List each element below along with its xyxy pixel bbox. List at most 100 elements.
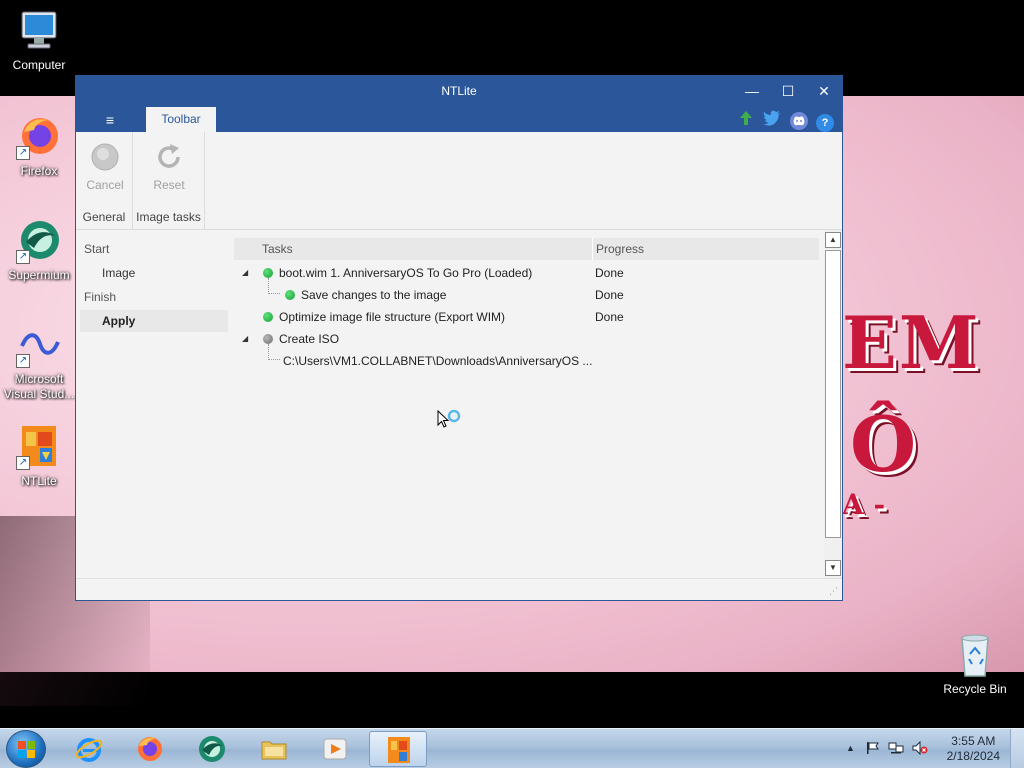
collapse-arrow-icon[interactable]: ◢ — [242, 262, 252, 284]
collapse-arrow-icon[interactable]: ◢ — [242, 328, 252, 350]
status-bar: ⋰ — [76, 578, 842, 600]
reset-label: Reset — [153, 178, 185, 192]
task-label: Optimize image file structure (Export WI… — [279, 310, 506, 324]
column-progress[interactable]: Progress — [596, 238, 644, 260]
nav-panel: Start Image Finish Apply — [76, 230, 234, 578]
status-pending-icon — [263, 334, 273, 344]
task-progress: Done — [595, 310, 624, 324]
taskbar-supermium[interactable] — [183, 731, 241, 767]
desktop-icon-firefox[interactable]: ↗ Firefox — [0, 114, 78, 179]
clock[interactable]: 3:55 AM 2/18/2024 — [947, 734, 1000, 764]
desktop-icon-label: Supermium — [8, 268, 70, 282]
desktop-icon-label: Microsoft Visual Stud... — [3, 372, 75, 401]
firefox-icon: ↗ — [16, 114, 62, 160]
nav-item-apply[interactable]: Apply — [80, 310, 228, 332]
help-icon[interactable]: ? — [816, 114, 834, 132]
discord-icon[interactable] — [789, 112, 808, 130]
desktop-icon-recycle-bin[interactable]: Recycle Bin — [936, 632, 1014, 697]
ribbon-group-label: General — [82, 210, 126, 224]
scroll-down-arrow-icon[interactable]: ▼ — [825, 560, 841, 576]
media-player-icon — [321, 735, 349, 763]
update-icon[interactable] — [737, 109, 755, 127]
desktop-icon-computer[interactable]: Computer — [0, 8, 78, 73]
tree-connector — [268, 278, 280, 294]
shortcut-arrow-icon: ↗ — [16, 146, 30, 160]
taskbar-internet-explorer[interactable] — [60, 731, 118, 767]
internet-explorer-icon — [75, 735, 103, 763]
task-label: C:\Users\VM1.COLLABNET\Downloads\Anniver… — [283, 354, 593, 368]
status-done-icon — [263, 268, 273, 278]
twitter-icon[interactable] — [763, 110, 781, 128]
cancel-label: Cancel — [86, 178, 124, 192]
vertical-scrollbar[interactable]: ▲ ▼ — [824, 230, 842, 578]
action-center-flag-icon[interactable] — [866, 741, 880, 758]
task-row[interactable]: Optimize image file structure (Export WI… — [234, 306, 819, 328]
supermium-icon — [198, 735, 226, 763]
desktop-icon-supermium[interactable]: ↗ Supermium — [0, 218, 78, 283]
visual-studio-icon: ↗ — [16, 322, 62, 368]
title-bar[interactable]: NTLite — ☐ ✕ — [76, 76, 842, 106]
task-label: Save changes to the image — [301, 288, 447, 302]
header-icons: ? — [732, 109, 834, 132]
task-row[interactable]: ◢ Create ISO — [234, 328, 819, 350]
desktop-icon-ntlite[interactable]: ↗ NTLite — [0, 424, 78, 489]
task-label: Create ISO — [279, 332, 340, 346]
recycle-bin-icon — [952, 632, 998, 678]
show-desktop-button[interactable] — [1010, 729, 1024, 768]
cancel-icon — [90, 142, 120, 172]
resize-grip-icon[interactable]: ⋰ — [829, 586, 838, 597]
reset-button[interactable]: Reset — [142, 138, 196, 194]
taskbar-ntlite[interactable] — [369, 731, 427, 767]
task-row[interactable]: ◢ boot.wim 1. AnniversaryOS To Go Pro (L… — [234, 262, 819, 284]
ntlite-icon — [385, 736, 413, 764]
maximize-button[interactable]: ☐ — [770, 76, 806, 106]
supermium-icon: ↗ — [16, 218, 62, 264]
minimize-button[interactable]: — — [734, 76, 770, 106]
computer-icon — [16, 8, 62, 54]
taskbar-file-explorer[interactable] — [245, 731, 303, 767]
task-progress: Done — [595, 266, 624, 280]
ribbon-group-general: Cancel General — [76, 132, 133, 230]
status-done-icon — [263, 312, 273, 322]
tab-toolbar[interactable]: Toolbar — [146, 107, 216, 132]
ribbon: Cancel General Reset Image tasks — [76, 132, 842, 230]
nav-item-image[interactable]: Image — [102, 262, 135, 284]
desktop-icon-label: NTLite — [21, 474, 57, 488]
scroll-thumb[interactable] — [825, 250, 841, 538]
scroll-up-arrow-icon[interactable]: ▲ — [825, 232, 841, 248]
ntlite-icon: ↗ — [16, 424, 62, 470]
desktop-icon-label: Firefox — [20, 164, 58, 178]
clock-time: 3:55 AM — [951, 734, 996, 748]
start-button[interactable] — [6, 730, 46, 768]
task-row[interactable]: C:\Users\VM1.COLLABNET\Downloads\Anniver… — [234, 344, 819, 372]
wallpaper-text-3: A - — [842, 488, 886, 521]
volume-muted-icon[interactable] — [912, 740, 928, 758]
desktop-icon-visual-studio[interactable]: ↗ Microsoft Visual Stud... — [0, 322, 78, 402]
cancel-button[interactable]: Cancel — [78, 138, 132, 194]
ribbon-group-label: Image tasks — [136, 210, 201, 224]
nav-finish: Finish — [84, 290, 117, 304]
clock-date: 2/18/2024 — [946, 749, 1000, 763]
tasks-panel: Tasks Progress ◢ boot.wim 1. Anniversary… — [234, 230, 824, 578]
taskbar-firefox[interactable] — [121, 731, 179, 767]
menu-button[interactable]: ≡ — [96, 110, 124, 130]
tab-bar: ≡ Toolbar ? — [76, 106, 842, 132]
status-done-icon — [285, 290, 295, 300]
task-row[interactable]: Save changes to the image Done — [234, 278, 819, 306]
shortcut-arrow-icon: ↗ — [16, 456, 30, 470]
taskbar: ▲ 3:55 AM 2/18/2024 — [0, 728, 1024, 768]
ntlite-window: NTLite — ☐ ✕ ≡ Toolbar ? Cancel General … — [75, 75, 843, 601]
network-icon[interactable] — [888, 741, 904, 758]
shortcut-arrow-icon: ↗ — [16, 250, 30, 264]
column-tasks[interactable]: Tasks — [262, 238, 293, 260]
shortcut-arrow-icon: ↗ — [16, 354, 30, 368]
wallpaper-text-2: Ô — [850, 400, 917, 489]
wallpaper-text-1: EM — [842, 300, 981, 385]
windows-logo-icon — [18, 741, 36, 759]
close-button[interactable]: ✕ — [806, 76, 842, 106]
show-hidden-icons-icon[interactable]: ▲ — [846, 743, 855, 753]
firefox-icon — [136, 735, 164, 763]
tree-connector — [268, 344, 280, 360]
taskbar-media-player[interactable] — [306, 731, 364, 767]
reset-icon — [154, 142, 184, 172]
